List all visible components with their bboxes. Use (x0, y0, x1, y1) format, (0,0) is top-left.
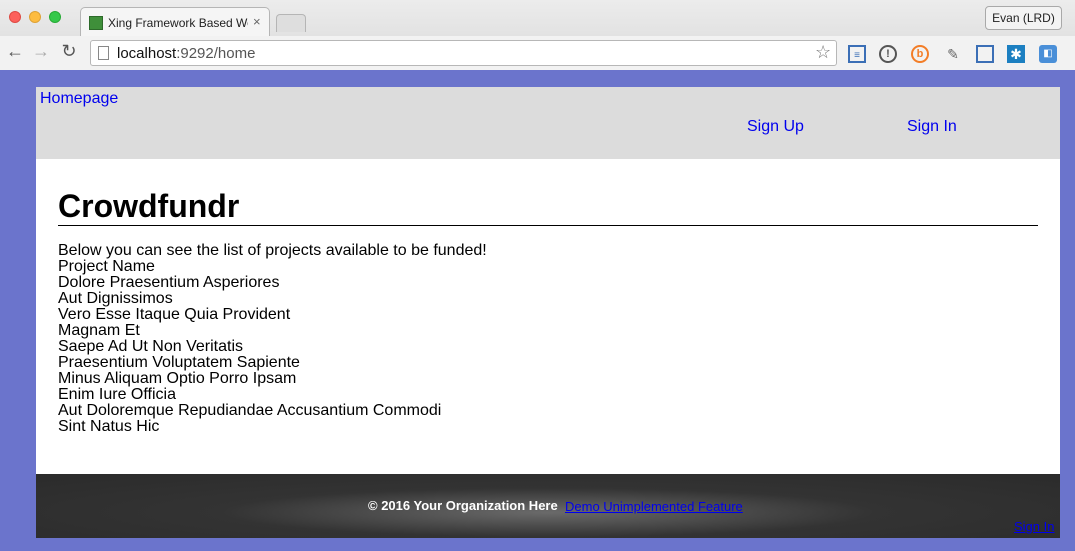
tab-bar: Xing Framework Based Web × Evan (LRD) (0, 0, 1075, 36)
project-item: Minus Aliquam Optio Porro Ipsam (58, 370, 297, 387)
sign-in-link[interactable]: Sign In (907, 118, 957, 136)
forward-button[interactable]: → (30, 41, 52, 62)
close-window-icon[interactable] (9, 11, 21, 23)
favicon-icon (89, 16, 103, 30)
project-item: Saepe Ad Ut Non Veritatis (58, 338, 243, 355)
project-item: Aut Dignissimos (58, 290, 173, 307)
b-icon[interactable]: b (911, 45, 929, 63)
project-item: Sint Natus Hic (58, 418, 160, 435)
project-item: Enim Iure Officia (58, 386, 176, 403)
sign-up-link[interactable]: Sign Up (747, 118, 804, 136)
page-icon (98, 46, 109, 60)
window-icon[interactable] (976, 45, 994, 63)
homepage-link[interactable]: Homepage (40, 90, 118, 108)
browser-toolbar: ← → ↻ localhost:9292/home ☆ ≡ ! b ✎ ✱ ◧ (0, 36, 1075, 70)
keyboard-icon[interactable]: ◧ (1039, 45, 1057, 63)
page-container: Homepage Sign Up Sign In Crowdfundr Belo… (36, 87, 1060, 538)
info-icon[interactable]: ! (879, 45, 897, 63)
reload-button[interactable]: ↻ (58, 41, 80, 62)
project-item: Magnam Et (58, 322, 140, 339)
project-item: Praesentium Voluptatem Sapiente (58, 354, 300, 371)
page-title: Crowdfundr (58, 187, 1038, 226)
tab-title: Xing Framework Based Web (108, 16, 248, 30)
project-item: Dolore Praesentium Asperiores (58, 274, 280, 291)
puzzle-icon[interactable]: ✎ (944, 45, 962, 63)
intro-text: Below you can see the list of projects a… (58, 242, 487, 259)
list-header: Project Name (58, 258, 155, 275)
footer-sign-in-link[interactable]: Sign In (1014, 519, 1054, 534)
site-header: Homepage Sign Up Sign In (36, 87, 1060, 159)
new-tab-button[interactable] (276, 14, 306, 32)
main-content: Crowdfundr Below you can see the list of… (58, 187, 1038, 435)
copyright-text: © 2016 Your Organization Here (368, 498, 558, 513)
demo-feature-link[interactable]: Demo Unimplemented Feature (565, 499, 743, 514)
project-item: Vero Esse Itaque Quia Provident (58, 306, 291, 323)
project-item: Aut Doloremque Repudiandae Accusantium C… (58, 402, 442, 419)
bookmark-star-icon[interactable]: ☆ (815, 42, 831, 63)
browser-tab[interactable]: Xing Framework Based Web × (80, 7, 270, 36)
profile-button[interactable]: Evan (LRD) (985, 6, 1062, 30)
url-text[interactable]: localhost:9292/home (117, 45, 255, 62)
tab-close-icon[interactable]: × (253, 14, 261, 29)
site-footer: © 2016 Your Organization Here Demo Unimp… (36, 474, 1060, 538)
back-button[interactable]: ← (4, 41, 26, 62)
list-icon[interactable]: ≡ (848, 45, 866, 63)
browser-chrome: Xing Framework Based Web × Evan (LRD) ← … (0, 0, 1075, 70)
minimize-window-icon[interactable] (29, 11, 41, 23)
zoom-window-icon[interactable] (49, 11, 61, 23)
grid-icon[interactable]: ✱ (1007, 45, 1025, 63)
address-bar[interactable]: localhost:9292/home ☆ (90, 40, 837, 66)
